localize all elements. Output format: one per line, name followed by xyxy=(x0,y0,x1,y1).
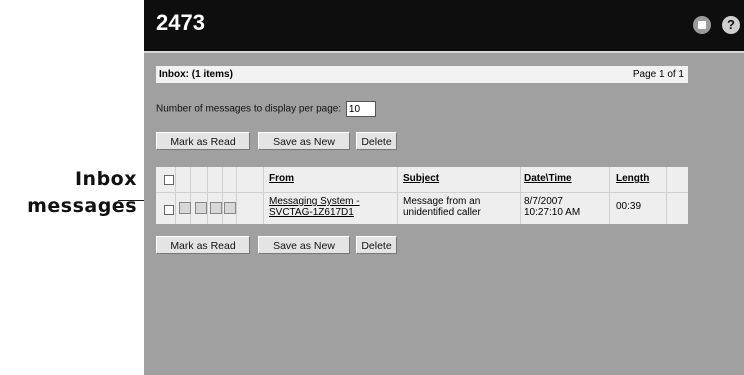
title-bar: 2473 ? xyxy=(144,0,744,53)
column-header-length[interactable]: Length xyxy=(616,173,649,184)
from-line2: SVCTAG-1Z617D1 xyxy=(269,207,354,218)
per-page-setting: Number of messages to display per page: xyxy=(156,101,376,117)
messages-table: From Subject Date\Time Length Messaging … xyxy=(156,167,688,224)
column-header-from[interactable]: From xyxy=(269,173,294,184)
callout-line1: Inbox xyxy=(74,168,137,190)
select-all-checkbox[interactable] xyxy=(164,175,174,185)
message-checkbox[interactable] xyxy=(164,205,174,215)
message-time: 10:27:10 AM xyxy=(524,207,581,218)
help-icon[interactable]: ? xyxy=(722,16,740,34)
per-page-label: Number of messages to display per page: xyxy=(156,103,342,115)
per-page-input[interactable] xyxy=(345,101,376,117)
save-as-new-button[interactable]: Save as New xyxy=(258,236,350,254)
open-message-icon[interactable] xyxy=(195,202,207,214)
subject-line1: Message from an xyxy=(403,196,481,207)
flag-icon[interactable] xyxy=(210,202,222,214)
delete-button[interactable]: Delete xyxy=(356,236,397,254)
col-divider xyxy=(609,167,610,224)
col-divider xyxy=(175,167,176,224)
window-icon[interactable] xyxy=(693,16,711,34)
message-datetime: 8/7/2007 10:27:10 AM xyxy=(524,196,580,218)
col-divider xyxy=(236,167,237,224)
message-length: 00:39 xyxy=(616,201,642,212)
message-subject: Message from an unidentified caller xyxy=(403,196,481,218)
delete-button[interactable]: Delete xyxy=(356,132,397,150)
col-divider xyxy=(666,167,667,224)
mark-as-read-button[interactable]: Mark as Read xyxy=(156,132,250,150)
page-indicator: Page 1 of 1 xyxy=(632,69,684,80)
download-icon[interactable] xyxy=(179,202,191,214)
column-header-subject[interactable]: Subject xyxy=(403,173,439,184)
inbox-count: Inbox: (1 items) xyxy=(159,69,233,80)
message-date: 8/7/2007 xyxy=(524,196,563,207)
col-divider xyxy=(520,167,521,224)
inbox-messages-callout: Inbox messages xyxy=(0,166,137,220)
callout-line2: messages xyxy=(27,195,137,217)
page-title: 2473 xyxy=(156,10,205,35)
col-divider xyxy=(397,167,398,224)
subject-line2: unidentified caller xyxy=(403,207,481,218)
inbox-header-bar: Inbox: (1 items) Page 1 of 1 xyxy=(156,66,688,83)
col-divider xyxy=(190,167,191,224)
col-divider xyxy=(263,167,264,224)
col-divider xyxy=(222,167,223,224)
column-header-datetime[interactable]: Date\Time xyxy=(524,173,572,184)
mark-as-read-button[interactable]: Mark as Read xyxy=(156,236,250,254)
col-divider xyxy=(207,167,208,224)
message-from-link[interactable]: Messaging System - SVCTAG-1Z617D1 xyxy=(269,196,360,218)
from-line1: Messaging System - xyxy=(269,196,360,207)
save-as-new-button[interactable]: Save as New xyxy=(258,132,350,150)
unity-window: 2473 ? Inbox: (1 items) Page 1 of 1 Numb… xyxy=(144,0,744,375)
priority-icon[interactable] xyxy=(224,202,236,214)
